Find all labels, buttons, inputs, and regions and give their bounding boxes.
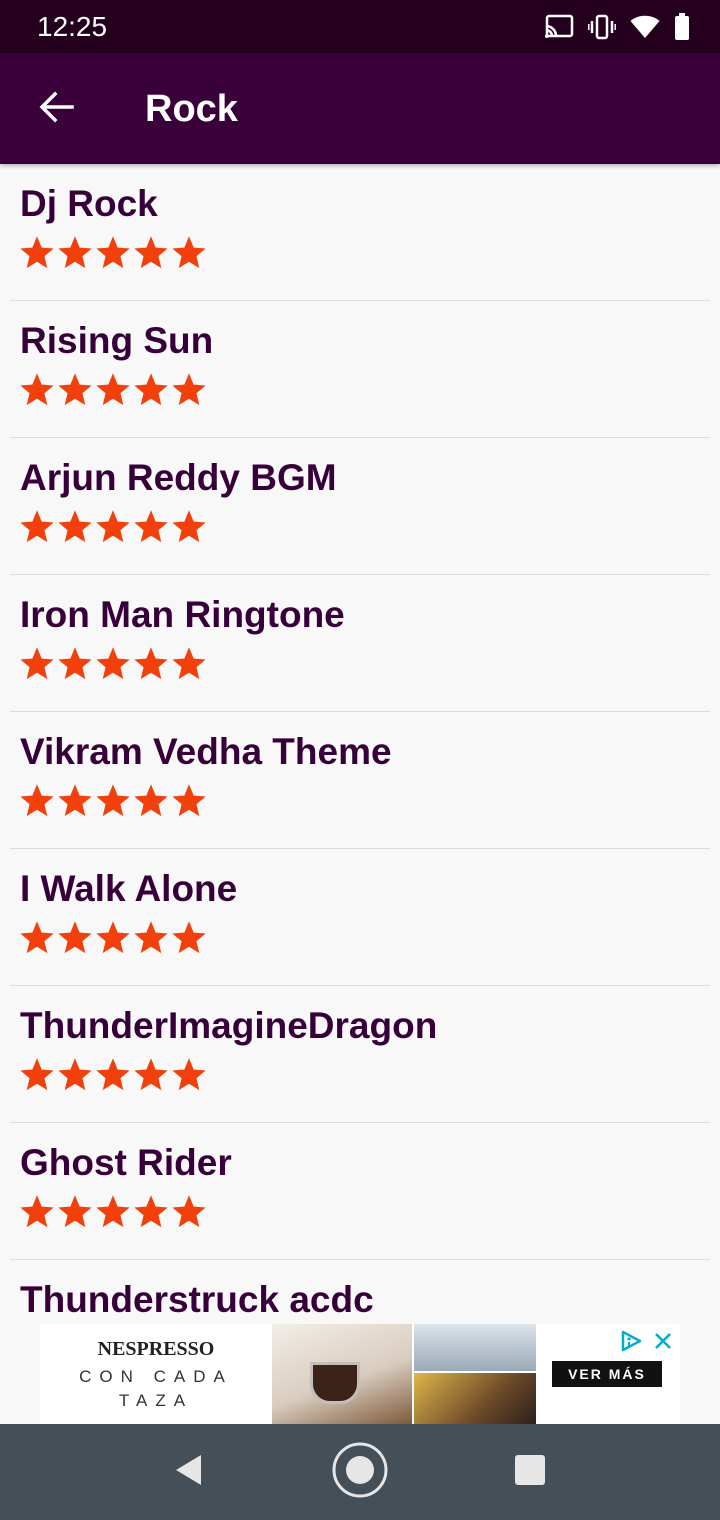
star-icon bbox=[96, 921, 130, 954]
star-icon bbox=[20, 1058, 54, 1091]
star-icon bbox=[20, 921, 54, 954]
star-icon bbox=[134, 647, 168, 680]
ringtone-title: Arjun Reddy BGM bbox=[20, 457, 337, 498]
ad-brand-block: NESPRESSO CON CADA TAZA bbox=[40, 1324, 272, 1424]
nav-recents-button[interactable] bbox=[502, 1444, 558, 1500]
recents-square-icon bbox=[515, 1454, 545, 1490]
star-icon bbox=[58, 647, 92, 680]
ad-choices-icon[interactable] bbox=[620, 1330, 642, 1352]
ad-slogan-line2: TAZA bbox=[118, 1390, 194, 1410]
star-icon bbox=[172, 1058, 206, 1091]
ad-banner[interactable]: NESPRESSO CON CADA TAZA VER MÁS bbox=[40, 1324, 680, 1424]
star-icon bbox=[172, 236, 206, 269]
star-rating bbox=[20, 1195, 206, 1229]
ad-brand-logo: NESPRESSO bbox=[97, 1337, 215, 1360]
ringtone-title: Rising Sun bbox=[20, 320, 214, 361]
list-item[interactable]: Rising Sun bbox=[10, 301, 710, 438]
ad-cta-button[interactable]: VER MÁS bbox=[552, 1361, 662, 1387]
star-icon bbox=[96, 510, 130, 543]
cast-icon bbox=[544, 14, 574, 40]
star-icon bbox=[134, 921, 168, 954]
ringtone-title: Vikram Vedha Theme bbox=[20, 731, 392, 772]
ad-image-cup bbox=[310, 1362, 360, 1404]
status-bar: 12:25 bbox=[0, 0, 720, 53]
wifi-icon bbox=[630, 15, 660, 39]
star-icon bbox=[134, 236, 168, 269]
star-icon bbox=[96, 1195, 130, 1228]
star-icon bbox=[172, 921, 206, 954]
star-icon bbox=[20, 510, 54, 543]
star-icon bbox=[20, 784, 54, 817]
close-icon[interactable] bbox=[652, 1330, 674, 1352]
list-item[interactable]: Thunderstruck acdc bbox=[10, 1260, 710, 1324]
star-icon bbox=[96, 236, 130, 269]
star-icon bbox=[172, 647, 206, 680]
list-item[interactable]: Dj Rock bbox=[10, 164, 710, 301]
list-item[interactable]: Vikram Vedha Theme bbox=[10, 712, 710, 849]
star-icon bbox=[134, 510, 168, 543]
ringtone-title: Iron Man Ringtone bbox=[20, 594, 345, 635]
ringtone-title: Dj Rock bbox=[20, 183, 158, 224]
ringtone-title: I Walk Alone bbox=[20, 868, 238, 909]
status-time: 12:25 bbox=[37, 11, 108, 42]
system-nav-bar bbox=[0, 1424, 720, 1520]
star-rating bbox=[20, 647, 206, 681]
star-icon bbox=[134, 784, 168, 817]
star-icon bbox=[20, 1195, 54, 1228]
list-item[interactable]: I Walk Alone bbox=[10, 849, 710, 986]
star-rating bbox=[20, 236, 206, 270]
ad-slogan-line1: CON CADA bbox=[79, 1366, 233, 1386]
ringtone-list[interactable]: Dj Rock Rising Sun Arjun Reddy BGM Iron … bbox=[0, 164, 720, 1324]
vibrate-icon bbox=[588, 14, 616, 40]
star-icon bbox=[96, 784, 130, 817]
star-icon bbox=[134, 1058, 168, 1091]
star-icon bbox=[172, 784, 206, 817]
star-rating bbox=[20, 784, 206, 818]
star-icon bbox=[134, 1195, 168, 1228]
star-icon bbox=[58, 373, 92, 406]
status-icons bbox=[544, 10, 690, 44]
ad-image-tray bbox=[414, 1373, 536, 1424]
arrow-left-icon bbox=[38, 91, 74, 128]
back-button[interactable] bbox=[28, 81, 84, 137]
list-item[interactable]: Arjun Reddy BGM bbox=[10, 438, 710, 575]
star-icon bbox=[58, 1058, 92, 1091]
star-icon bbox=[58, 784, 92, 817]
nav-back-button[interactable] bbox=[160, 1444, 216, 1500]
star-icon bbox=[172, 1195, 206, 1228]
star-icon bbox=[96, 373, 130, 406]
star-rating bbox=[20, 373, 206, 407]
star-icon bbox=[58, 1195, 92, 1228]
ringtone-title: Thunderstruck acdc bbox=[20, 1279, 374, 1320]
ringtone-title: Ghost Rider bbox=[20, 1142, 232, 1183]
list-item[interactable]: ThunderImagineDragon bbox=[10, 986, 710, 1123]
star-icon bbox=[58, 510, 92, 543]
list-item[interactable]: Iron Man Ringtone bbox=[10, 575, 710, 712]
nav-home-button[interactable] bbox=[332, 1442, 388, 1503]
ad-image-saucer bbox=[414, 1324, 536, 1371]
star-rating bbox=[20, 1058, 206, 1092]
star-icon bbox=[134, 373, 168, 406]
star-icon bbox=[58, 236, 92, 269]
app-bar: Rock bbox=[0, 53, 720, 164]
star-icon bbox=[172, 510, 206, 543]
star-icon bbox=[96, 647, 130, 680]
star-icon bbox=[172, 373, 206, 406]
star-icon bbox=[20, 373, 54, 406]
star-icon bbox=[58, 921, 92, 954]
star-rating bbox=[20, 510, 206, 544]
page-title: Rock bbox=[145, 88, 238, 130]
star-icon bbox=[96, 1058, 130, 1091]
list-item[interactable]: Ghost Rider bbox=[10, 1123, 710, 1260]
star-icon bbox=[20, 647, 54, 680]
ringtone-title: ThunderImagineDragon bbox=[20, 1005, 438, 1046]
star-icon bbox=[20, 236, 54, 269]
battery-icon bbox=[674, 13, 690, 41]
star-rating bbox=[20, 921, 206, 955]
home-circle-icon bbox=[332, 1442, 388, 1503]
back-triangle-icon bbox=[173, 1453, 203, 1492]
